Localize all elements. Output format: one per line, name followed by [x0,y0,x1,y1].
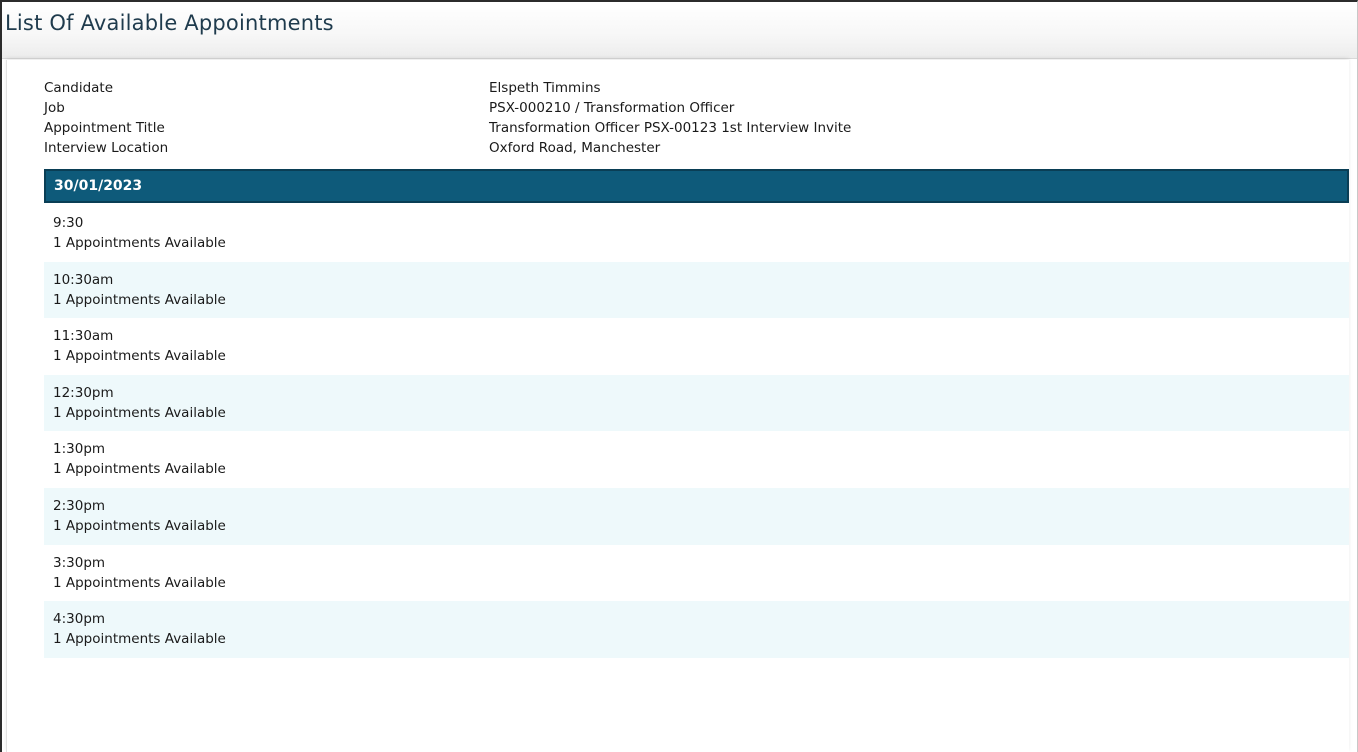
detail-value: PSX-000210 / Transformation Officer [489,100,735,116]
appointments-page: List Of Available Appointments Candidate… [0,0,1358,752]
appointment-slot[interactable]: 10:30am 1 Appointments Available [44,261,1349,319]
appointment-slot[interactable]: 11:30am 1 Appointments Available [44,318,1349,375]
detail-label: Candidate [44,80,114,96]
detail-value: Transformation Officer PSX-00123 1st Int… [489,120,852,136]
slot-time: 9:30 [53,215,84,231]
appointment-slot[interactable]: 2:30pm 1 Appointments Available [44,487,1349,545]
detail-row-candidate: Candidate Elspeth Timmins [44,78,944,98]
detail-label: Interview Location [44,140,169,156]
detail-value: Elspeth Timmins [489,80,601,96]
slot-time: 1:30pm [53,441,106,458]
appointment-details: Candidate Elspeth Timmins Job PSX-000210… [44,78,944,158]
appointment-slot[interactable]: 9:30 1 Appointments Available [44,205,1349,262]
slot-time: 4:30pm [53,611,106,628]
slot-availability: 1 Appointments Available [53,574,226,591]
slot-time: 12:30pm [53,384,114,401]
page-title: List Of Available Appointments [5,11,334,35]
slot-time: 2:30pm [53,497,106,514]
date-header: 30/01/2023 [44,169,1349,203]
appointment-slot[interactable]: 3:30pm 1 Appointments Available [44,545,1349,602]
slot-availability: 1 Appointments Available [53,461,226,478]
slot-time: 10:30am [53,271,114,288]
slot-availability: 1 Appointments Available [53,404,226,421]
appointment-slot[interactable]: 12:30pm 1 Appointments Available [44,374,1349,432]
appointment-slot[interactable]: 4:30pm 1 Appointments Available [44,601,1349,658]
detail-row-job: Job PSX-000210 / Transformation Officer [44,98,944,118]
detail-label: Appointment Title [44,120,165,136]
slot-availability: 1 Appointments Available [53,291,226,308]
slot-availability: 1 Appointments Available [53,631,226,648]
appointment-slot[interactable]: 1:30pm 1 Appointments Available [44,431,1349,488]
slot-availability: 1 Appointments Available [53,517,226,534]
detail-row-interview-location: Interview Location Oxford Road, Manchest… [44,138,944,158]
appointments-panel: Candidate Elspeth Timmins Job PSX-000210… [6,60,1349,752]
appointment-slot-list: 9:30 1 Appointments Available 10:30am 1 … [44,205,1349,658]
slot-time: 11:30am [53,328,114,345]
detail-row-appointment-title: Appointment Title Transformation Officer… [44,118,944,138]
slot-time: 3:30pm [53,554,106,571]
slot-availability: 1 Appointments Available [53,235,226,251]
detail-label: Job [44,100,65,116]
title-bar: List Of Available Appointments [2,2,1357,59]
slot-availability: 1 Appointments Available [53,348,226,365]
detail-value: Oxford Road, Manchester [489,140,661,156]
